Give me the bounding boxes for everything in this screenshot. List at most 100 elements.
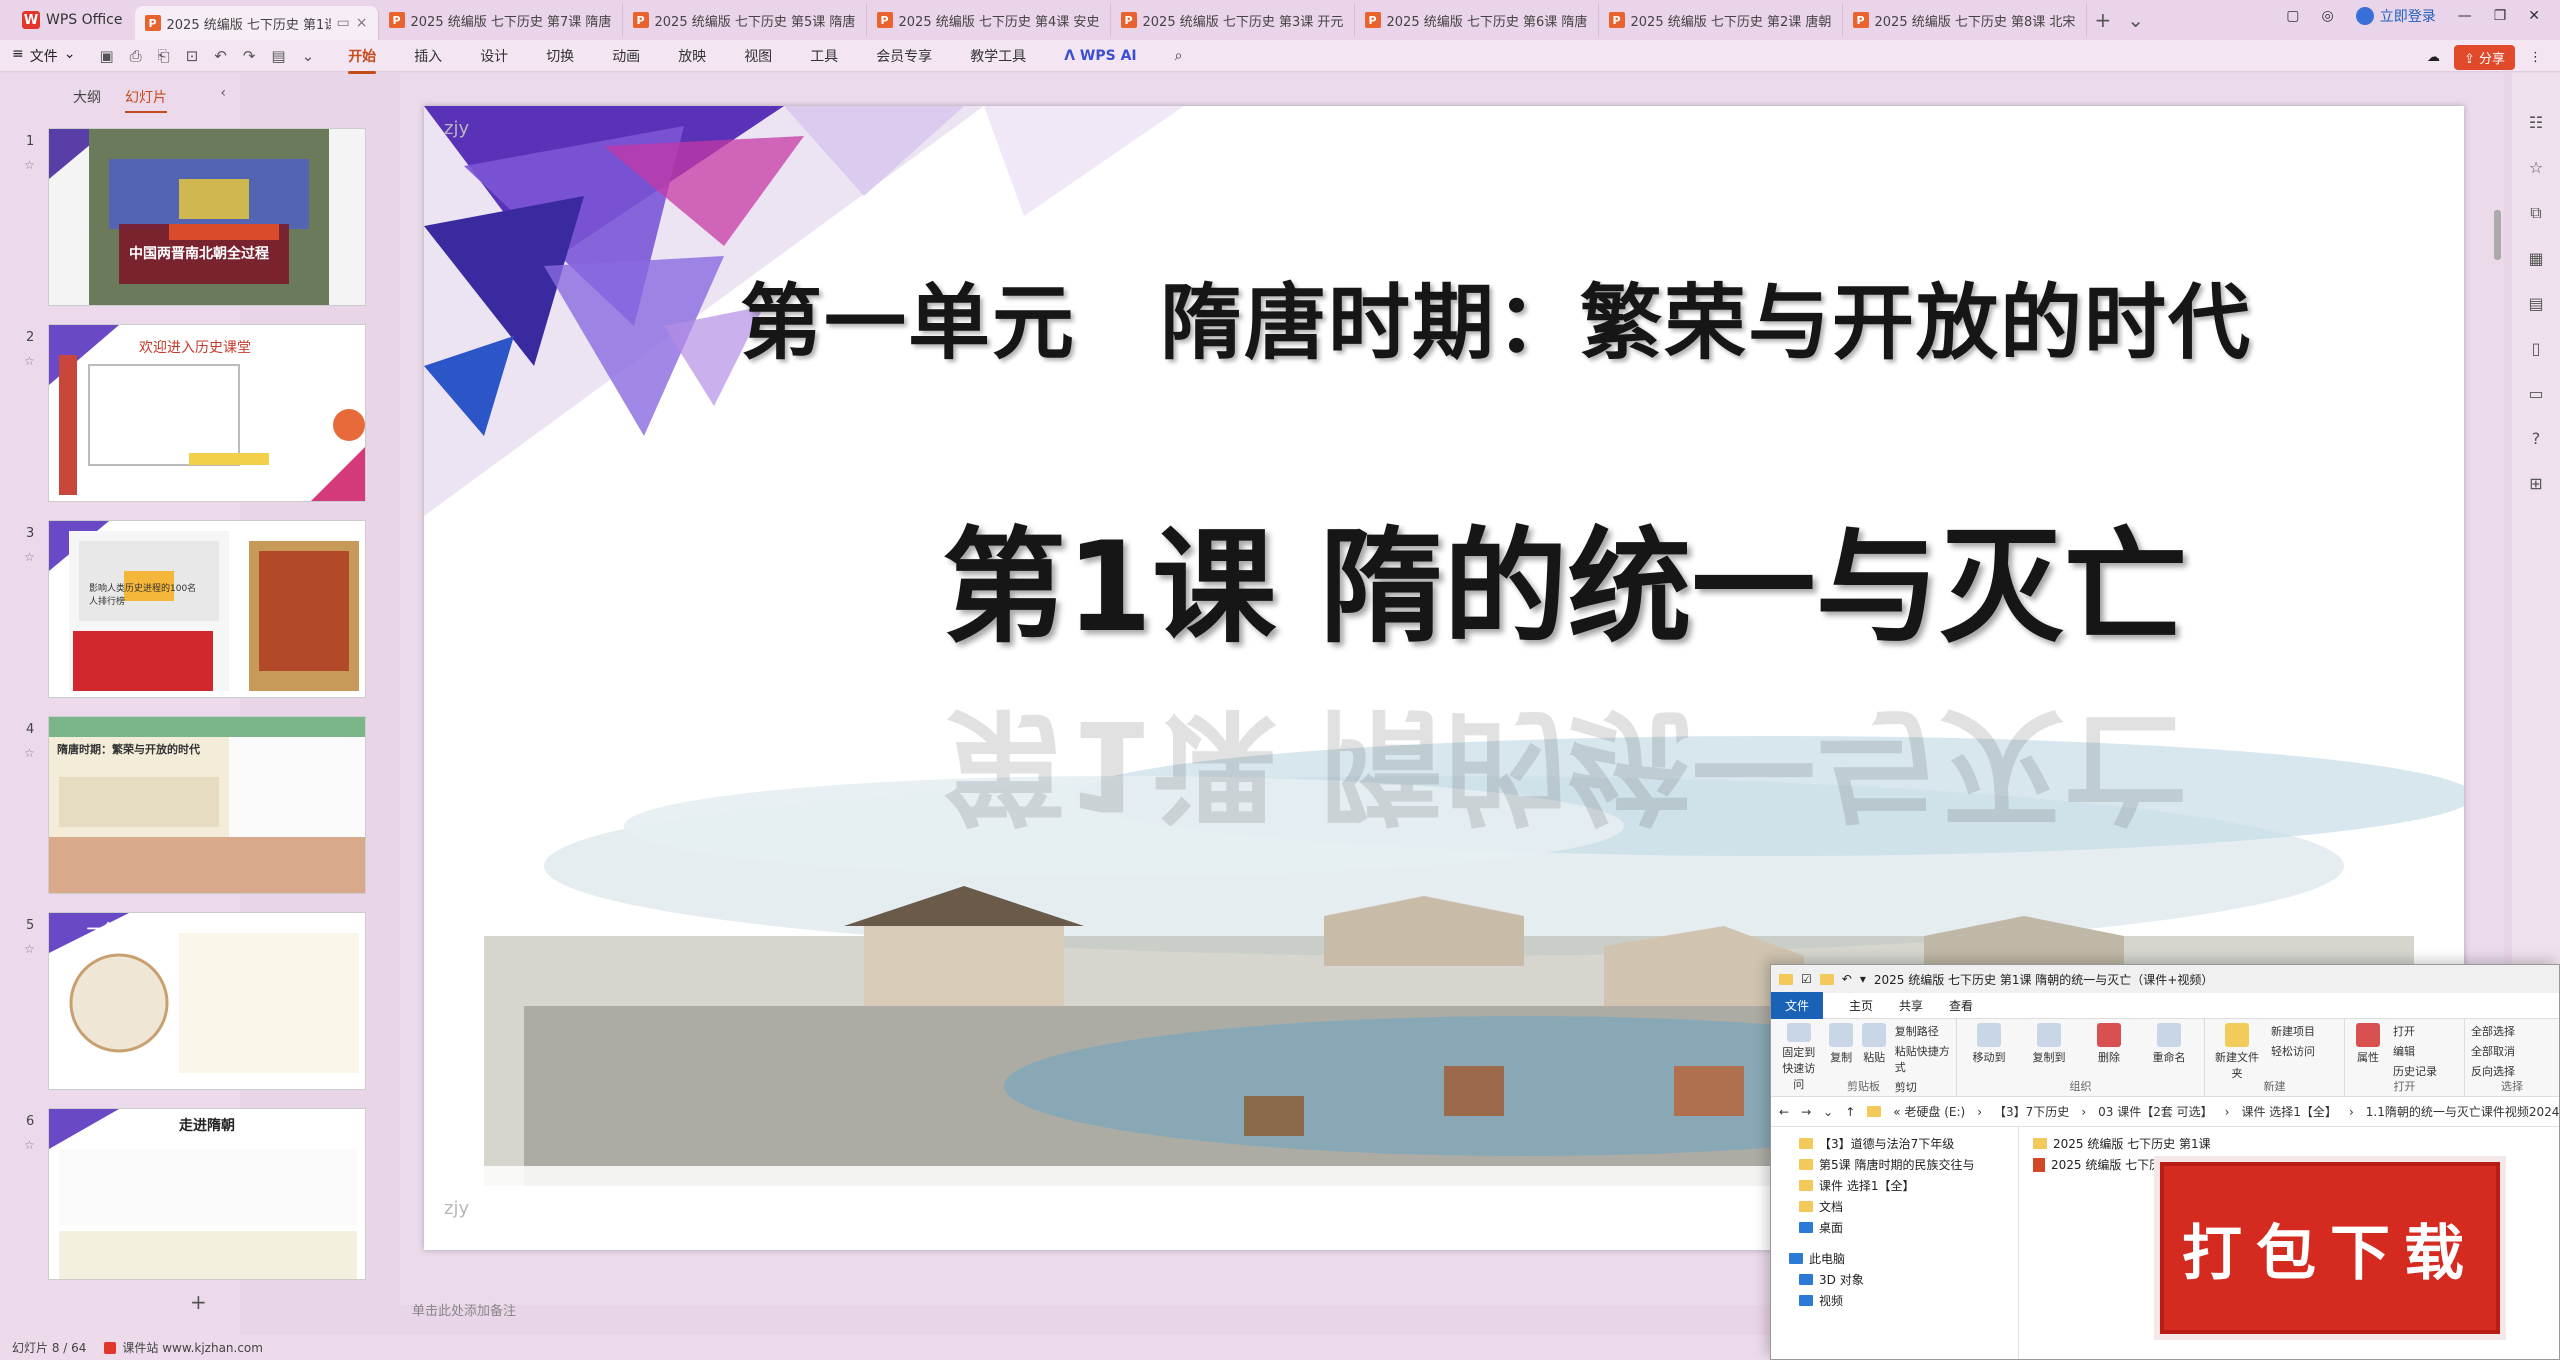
- doc-tab[interactable]: P 2025 统编版 七下历史 第6课 隋唐时: [1355, 3, 1599, 37]
- close-icon[interactable]: ×: [356, 15, 368, 31]
- easy-access-button[interactable]: 轻松访问: [2271, 1043, 2315, 1059]
- tree-item[interactable]: 视频: [1771, 1290, 2018, 1311]
- star-icon[interactable]: ☆: [24, 550, 35, 564]
- menu-home[interactable]: 开始: [348, 42, 377, 74]
- preview-icon[interactable]: ⊡: [186, 47, 199, 65]
- help-icon[interactable]: ?: [2532, 429, 2541, 448]
- menu-animation[interactable]: 动画: [612, 42, 640, 70]
- menu-design[interactable]: 设计: [480, 42, 508, 70]
- undo-icon[interactable]: ↶: [214, 47, 227, 65]
- tree-item[interactable]: 第5课 隋唐时期的民族交往与: [1771, 1154, 2018, 1175]
- edit-button[interactable]: 编辑: [2393, 1043, 2437, 1059]
- menu-member[interactable]: 会员专享: [876, 42, 932, 70]
- menu-view[interactable]: 视图: [744, 42, 772, 70]
- explorer-tab-file[interactable]: 文件: [1771, 992, 1824, 1019]
- menu-wps-ai[interactable]: ᐱ WPS AI: [1064, 44, 1136, 68]
- star-icon[interactable]: ☆: [24, 746, 35, 760]
- folder-icon[interactable]: ▭: [2528, 384, 2543, 403]
- new-item-button[interactable]: 新建项目: [2271, 1023, 2315, 1039]
- breadcrumb-item[interactable]: 1.1隋朝的统一与灭亡课件视频2024-2: [2366, 1103, 2559, 1120]
- layout-icon[interactable]: ▤: [2528, 294, 2543, 313]
- breadcrumb-item[interactable]: 课件 选择1【全】: [2241, 1103, 2336, 1120]
- tree-item[interactable]: 3D 对象: [1771, 1269, 2018, 1290]
- slide-thumbnail[interactable]: 欢迎进入历史课堂: [48, 324, 366, 502]
- doc-tab[interactable]: P 2025 统编版 七下历史 第3课 开元盛: [1111, 3, 1355, 37]
- tree-item[interactable]: 此电脑: [1771, 1248, 2018, 1269]
- file-menu[interactable]: ≡ 文件 ⌄: [12, 46, 75, 66]
- explorer-tab-home[interactable]: 主页: [1849, 997, 1873, 1014]
- chevron-down-icon[interactable]: ▾: [1860, 972, 1866, 986]
- copy-path-button[interactable]: 复制路径: [1895, 1023, 1950, 1039]
- grid-icon[interactable]: ⊞: [2529, 474, 2542, 493]
- check-icon[interactable]: ☑: [1801, 972, 1812, 986]
- menu-transitions[interactable]: 切换: [546, 42, 574, 70]
- add-slide-button[interactable]: +: [190, 1290, 207, 1314]
- redo-icon[interactable]: ↷: [243, 47, 256, 65]
- search-icon[interactable]: ⌕: [1175, 44, 1183, 68]
- back-icon[interactable]: ←: [1779, 1105, 1789, 1119]
- menu-tools[interactable]: 工具: [810, 42, 838, 70]
- select-all-button[interactable]: 全部选择: [2471, 1023, 2515, 1039]
- chevron-down-icon[interactable]: ⌄: [2119, 8, 2152, 32]
- tab-slides[interactable]: 幻灯片: [125, 87, 167, 113]
- menu-teaching-tools[interactable]: 教学工具: [970, 42, 1026, 70]
- doc-tab[interactable]: P 2025 统编版 七下历史 第7课 隋唐时期: [379, 3, 623, 37]
- collapse-panel-icon[interactable]: ‹: [220, 85, 226, 101]
- copy-icon[interactable]: ⧉: [2530, 203, 2541, 223]
- up-icon[interactable]: ↑: [1845, 1105, 1855, 1119]
- more-icon[interactable]: ⋮: [2529, 50, 2542, 65]
- share-button[interactable]: ⇪ 分享: [2453, 45, 2515, 70]
- file-item[interactable]: 2025 统编版 七下历史 第1课: [2019, 1133, 2559, 1154]
- breadcrumb-item[interactable]: « 老硬盘 (E:): [1893, 1103, 1965, 1120]
- thumbnail-row[interactable]: 2 ☆ 欢迎进入历史课堂: [0, 324, 366, 504]
- cloud-sync-icon[interactable]: ☁: [2427, 50, 2440, 65]
- invert-selection-button[interactable]: 反向选择: [2471, 1063, 2515, 1079]
- thumbnail-row[interactable]: 1 ☆ 中国两晋南北朝全过程: [0, 128, 366, 308]
- doc-tab[interactable]: P 2025 统编版 七下历史 第4课 安史之: [867, 3, 1111, 37]
- star-icon[interactable]: ☆: [2529, 158, 2543, 177]
- explorer-tab-view[interactable]: 查看: [1949, 997, 1973, 1014]
- slide-thumbnail[interactable]: 走进隋朝: [48, 1108, 366, 1280]
- star-icon[interactable]: ☆: [24, 942, 35, 956]
- breadcrumb-item[interactable]: 【3】7下历史: [1994, 1103, 2069, 1120]
- slide-thumbnail[interactable]: 中国两晋南北朝全过程: [48, 128, 366, 306]
- skin-icon[interactable]: ◎: [2321, 8, 2333, 24]
- export-pdf-icon[interactable]: ⎙: [130, 47, 142, 65]
- download-badge[interactable]: 打包下载: [2160, 1162, 2500, 1334]
- restore-icon[interactable]: ❐: [2494, 8, 2507, 24]
- chevron-down-icon[interactable]: ⌄: [1823, 1105, 1833, 1119]
- slide-thumbnail[interactable]: 影响人类历史进程的100名人排行榜: [48, 520, 366, 698]
- chevron-down-icon[interactable]: ⌄: [302, 47, 315, 65]
- slide-scrollbar[interactable]: [2494, 210, 2501, 260]
- book-icon[interactable]: ▯: [2532, 339, 2541, 358]
- address-bar[interactable]: ← → ⌄ ↑ « 老硬盘 (E:) › 【3】7下历史 › 03 课件【2套 …: [1771, 1097, 2559, 1127]
- menu-slideshow[interactable]: 放映: [678, 42, 706, 70]
- thumbnail-row[interactable]: 3 ☆ 影响人类历史进程的100名人排行榜: [0, 520, 366, 700]
- tablet-icon[interactable]: ▢: [2286, 8, 2299, 24]
- menu-insert[interactable]: 插入: [414, 42, 442, 70]
- star-icon[interactable]: ☆: [24, 354, 35, 368]
- thumbnail-row[interactable]: 6 ☆ 走进隋朝: [0, 1108, 366, 1288]
- format-painter-icon[interactable]: ▤: [271, 47, 285, 65]
- history-button[interactable]: 历史记录: [2393, 1063, 2437, 1079]
- doc-tab[interactable]: P 2025 统编版 七下历史 第8课 北宋的: [1843, 3, 2087, 37]
- select-none-button[interactable]: 全部取消: [2471, 1043, 2515, 1059]
- star-icon[interactable]: ☆: [24, 1138, 35, 1152]
- print-icon[interactable]: ⎗: [158, 47, 170, 65]
- tree-item[interactable]: 【3】道德与法治7下年级: [1771, 1133, 2018, 1154]
- forward-icon[interactable]: →: [1801, 1105, 1811, 1119]
- tree-item[interactable]: 桌面: [1771, 1217, 2018, 1238]
- tree-item[interactable]: 课件 选择1【全】: [1771, 1175, 2018, 1196]
- new-tab-button[interactable]: +: [2087, 8, 2120, 32]
- chart-icon[interactable]: ▦: [2528, 249, 2543, 268]
- open-button[interactable]: 打开: [2393, 1023, 2437, 1039]
- star-icon[interactable]: ☆: [24, 158, 35, 172]
- save-icon[interactable]: ▣: [99, 47, 113, 65]
- close-window-icon[interactable]: ✕: [2528, 8, 2540, 24]
- notes-placeholder[interactable]: 单击此处添加备注: [412, 1300, 516, 1319]
- slide-thumbnail[interactable]: 一个王朝: [48, 912, 366, 1090]
- adjust-icon[interactable]: ☷: [2529, 113, 2543, 132]
- undo-icon[interactable]: ↶: [1842, 972, 1852, 986]
- tab-outline[interactable]: 大纲: [73, 87, 101, 113]
- breadcrumb-item[interactable]: 03 课件【2套 可选】: [2098, 1103, 2213, 1120]
